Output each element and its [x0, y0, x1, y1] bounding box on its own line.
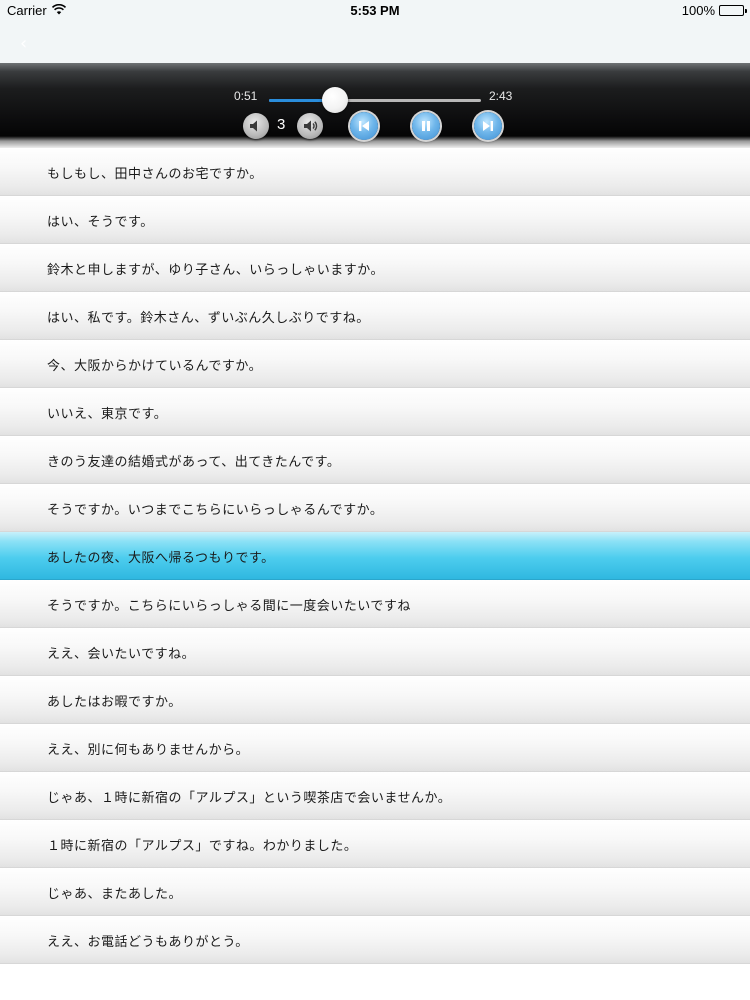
dialogue-text: ええ、お電話どうもありがとう。 [47, 935, 249, 950]
battery-percent: 100% [681, 3, 715, 18]
dialogue-text: そうですか。いつまでこちらにいらっしゃるんですか。 [47, 503, 384, 518]
dialogue-text: あしたの夜、大阪へ帰るつもりです。 [47, 551, 275, 566]
pause-button[interactable] [412, 112, 440, 140]
dialogue-list: もしもし、田中さんのお宅ですか。 はい、そうです。 鈴木と申しますが、ゆり子さん… [0, 148, 750, 964]
volume-level: 3 [277, 116, 286, 133]
dialogue-row[interactable]: じゃあ、１時に新宿の「アルプス」という喫茶店で会いませんか。 [0, 772, 750, 820]
dialogue-text: そうですか。こちらにいらっしゃる間に一度会いたいですね [47, 599, 411, 614]
dialogue-text: はい、そうです。 [47, 215, 154, 230]
dialogue-row[interactable]: 鈴木と申しますが、ゆり子さん、いらっしゃいますか。 [0, 244, 750, 292]
dialogue-row[interactable]: そうですか。こちらにいらっしゃる間に一度会いたいですね [0, 580, 750, 628]
dialogue-row[interactable]: あしたの夜、大阪へ帰るつもりです。 [0, 532, 750, 580]
dialogue-row[interactable]: あしたはお暇ですか。 [0, 676, 750, 724]
dialogue-row[interactable]: 今、大阪からかけているんですか。 [0, 340, 750, 388]
skip-back-icon [359, 121, 369, 131]
dialogue-text: ええ、別に何もありませんから。 [47, 743, 250, 758]
dialogue-row[interactable]: はい、そうです。 [0, 196, 750, 244]
pause-icon [422, 121, 430, 131]
dialogue-text: はい、私です。鈴木さん、ずいぶん久しぶりですね。 [47, 311, 370, 326]
dialogue-text: じゃあ、またあした。 [47, 887, 183, 902]
dialogue-text: 今、大阪からかけているんですか。 [47, 359, 263, 374]
chevron-left-icon[interactable]: ‹ [20, 33, 27, 54]
volume-down-button[interactable] [243, 113, 269, 139]
dialogue-row[interactable]: もしもし、田中さんのお宅ですか。 [0, 148, 750, 196]
dialogue-text: きのう友達の結婚式があって、出てきたんです。 [47, 455, 341, 470]
dialogue-text: あしたはお暇ですか。 [47, 695, 182, 710]
previous-track-button[interactable] [350, 112, 378, 140]
dialogue-row[interactable]: じゃあ、またあした。 [0, 868, 750, 916]
dialogue-row[interactable]: ええ、お電話どうもありがとう。 [0, 916, 750, 964]
progress-thumb[interactable] [321, 87, 348, 113]
dialogue-row[interactable]: １時に新宿の「アルプス」ですね。わかりました。 [0, 820, 750, 868]
dialogue-text: いいえ、東京です。 [47, 407, 168, 422]
skip-forward-icon [483, 121, 493, 131]
dialogue-row[interactable]: きのう友達の結婚式があって、出てきたんです。 [0, 436, 750, 484]
dialogue-text: 鈴木と申しますが、ゆり子さん、いらっしゃいますか。 [47, 263, 384, 278]
total-time: 2:43 [489, 89, 513, 103]
progress-slider[interactable] [269, 87, 481, 113]
dialogue-row[interactable]: ええ、別に何もありませんから。 [0, 724, 750, 772]
dialogue-text: ええ、会いたいですね。 [47, 647, 196, 662]
dialogue-row[interactable]: ええ、会いたいですね。 [0, 628, 750, 676]
audio-player: 0:51 2:43 3 [0, 63, 750, 148]
status-bar: Carrier 5:53 PM 100% [0, 0, 750, 22]
dialogue-row[interactable]: そうですか。いつまでこちらにいらっしゃるんですか。 [0, 484, 750, 532]
dialogue-text: もしもし、田中さんのお宅ですか。 [47, 167, 263, 182]
battery-info: 100% [681, 3, 747, 18]
next-track-button[interactable] [474, 112, 502, 140]
dialogue-row[interactable]: はい、私です。鈴木さん、ずいぶん久しぶりですね。 [0, 292, 750, 340]
current-time: 0:51 [234, 89, 258, 103]
dialogue-text: じゃあ、１時に新宿の「アルプス」という喫茶店で会いませんか。 [47, 791, 452, 806]
speaker-low-icon [250, 120, 257, 132]
dialogue-text: １時に新宿の「アルプス」ですね。わかりました。 [47, 839, 358, 854]
dialogue-row[interactable]: いいえ、東京です。 [0, 388, 750, 436]
speaker-high-icon [304, 120, 318, 132]
clock: 5:53 PM [350, 3, 400, 18]
volume-up-button[interactable] [297, 113, 323, 139]
battery-icon [719, 5, 747, 16]
navigation-bar: ‹ [0, 22, 750, 63]
